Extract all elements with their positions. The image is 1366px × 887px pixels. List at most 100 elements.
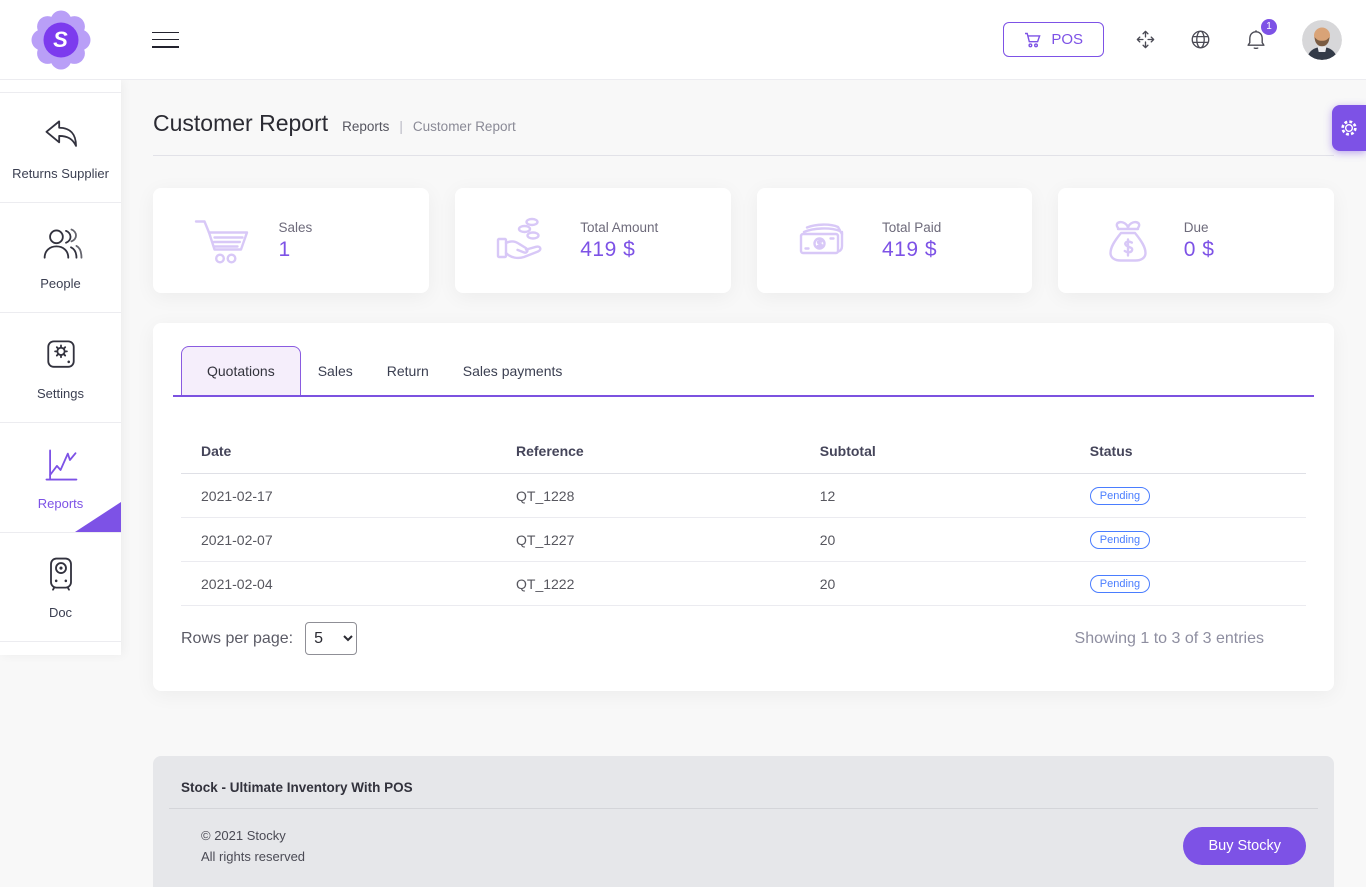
column-header-subtotal: Subtotal — [800, 433, 1070, 474]
pagination-bar: Rows per page: 5 Showing 1 to 3 of 3 ent… — [181, 622, 1306, 655]
app-logo[interactable]: S — [31, 10, 91, 70]
table-row: 2021-02-07QT_122720 Pending — [181, 518, 1306, 562]
cell-date: 2021-02-07 — [181, 518, 496, 562]
settings-fab-button[interactable] — [1332, 105, 1366, 151]
footer-title: Stock - Ultimate Inventory With POS — [153, 756, 1334, 795]
sidebar-item-label: Doc — [49, 605, 72, 620]
user-avatar[interactable] — [1302, 20, 1342, 60]
stat-value: 419 $ — [580, 238, 716, 262]
top-bar: S POS — [0, 0, 1366, 80]
cell-status: Pending — [1070, 518, 1306, 562]
sidebar-item-doc[interactable]: Doc — [0, 532, 121, 642]
stat-label: Total Amount — [580, 220, 716, 235]
cell-subtotal: 20 — [800, 562, 1070, 606]
table-body: 2021-02-17QT_122812Pending2021-02-07QT_1… — [181, 474, 1306, 606]
breadcrumb-section[interactable]: Reports — [342, 119, 389, 134]
hamburger-menu-icon[interactable] — [152, 32, 179, 48]
sidebar-item-label: Settings — [37, 386, 84, 401]
head-divider — [153, 155, 1334, 156]
line-chart-icon — [39, 445, 83, 485]
avatar-image — [1302, 20, 1342, 60]
cell-reference: QT_1228 — [496, 474, 800, 518]
column-header-status: Status — [1070, 433, 1306, 474]
gear-icon — [1339, 118, 1359, 138]
breadcrumb-current: Customer Report — [413, 119, 516, 134]
column-header-reference: Reference — [496, 433, 800, 474]
footer: Stock - Ultimate Inventory With POS © 20… — [153, 756, 1334, 887]
sidebar: Returns Supplier People Settings — [0, 80, 121, 655]
cell-reference: QT_1222 — [496, 562, 800, 606]
stat-value: 1 — [278, 238, 414, 262]
page-head: Customer Report Reports | Customer Repor… — [153, 80, 1334, 137]
cart-icon — [191, 215, 255, 267]
fullscreen-button[interactable] — [1132, 26, 1159, 53]
cell-subtotal: 20 — [800, 518, 1070, 562]
hand-coins-icon — [492, 215, 556, 267]
sidebar-item-label: People — [40, 276, 80, 291]
stat-cards: Sales 1 Total Amount — [153, 188, 1334, 293]
doc-box-icon — [39, 554, 83, 594]
stat-value: 419 $ — [882, 238, 1018, 262]
status-badge: Pending — [1090, 487, 1150, 505]
logo-box: S — [0, 10, 121, 70]
globe-icon — [1189, 28, 1212, 51]
sidebar-item-reports[interactable]: Reports — [0, 422, 121, 532]
stat-label: Sales — [278, 220, 414, 235]
tab-return[interactable]: Return — [370, 347, 446, 395]
sidebar-item-settings[interactable]: Settings — [0, 312, 121, 422]
notification-badge: 1 — [1261, 19, 1277, 35]
sidebar-item-people[interactable]: People — [0, 202, 121, 312]
cell-status: Pending — [1070, 474, 1306, 518]
buy-stocky-button[interactable]: Buy Stocky — [1183, 827, 1306, 865]
stat-card-due: Due 0 $ — [1058, 188, 1334, 293]
logo-letter: S — [31, 10, 91, 70]
sidebar-item-returns-supplier[interactable]: Returns Supplier — [0, 92, 121, 202]
tab-sales-payments[interactable]: Sales payments — [446, 347, 580, 395]
tab-bar: Quotations Sales Return Sales payments — [173, 346, 1314, 397]
cell-date: 2021-02-04 — [181, 562, 496, 606]
table-row: 2021-02-17QT_122812 Pending — [181, 474, 1306, 518]
pos-button[interactable]: POS — [1003, 22, 1104, 57]
notifications-button[interactable]: 1 — [1242, 26, 1270, 54]
expand-arrows-icon — [1134, 28, 1157, 51]
rows-per-page-label: Rows per page: — [181, 630, 293, 648]
quotations-table: Date Reference Subtotal Status 2021-02-1… — [181, 433, 1306, 606]
stat-card-total-paid: Total Paid 419 $ — [757, 188, 1033, 293]
table-row: 2021-02-04QT_122220 Pending — [181, 562, 1306, 606]
report-panel: Quotations Sales Return Sales payments D… — [153, 323, 1334, 691]
stat-card-sales: Sales 1 — [153, 188, 429, 293]
status-badge: Pending — [1090, 531, 1150, 549]
stat-label: Total Paid — [882, 220, 1018, 235]
tab-quotations[interactable]: Quotations — [181, 346, 301, 395]
main-content: Customer Report Reports | Customer Repor… — [121, 80, 1366, 887]
topbar-actions: POS 1 — [1003, 20, 1366, 60]
pos-button-label: POS — [1051, 31, 1083, 48]
page-title: Customer Report — [153, 110, 328, 137]
table-header-row: Date Reference Subtotal Status — [181, 433, 1306, 474]
language-button[interactable] — [1187, 26, 1214, 53]
cart-icon — [1024, 32, 1042, 48]
stat-card-total-amount: Total Amount 419 $ — [455, 188, 731, 293]
rights-text: All rights reserved — [201, 846, 305, 867]
money-bag-icon — [1096, 215, 1160, 267]
rows-per-page-select[interactable]: 5 — [305, 622, 357, 655]
copyright-block: © 2021 Stocky All rights reserved — [201, 825, 305, 868]
cell-subtotal: 12 — [800, 474, 1070, 518]
banknotes-icon — [794, 215, 858, 267]
settings-drive-icon — [39, 335, 83, 375]
copyright-text: © 2021 Stocky — [201, 825, 305, 846]
return-arrow-icon — [39, 115, 83, 155]
stat-value: 0 $ — [1184, 238, 1320, 262]
people-icon — [38, 225, 84, 265]
sidebar-item-label: Returns Supplier — [12, 166, 109, 181]
status-badge: Pending — [1090, 575, 1150, 593]
column-header-date: Date — [181, 433, 496, 474]
active-corner-triangle — [75, 502, 121, 532]
tab-sales[interactable]: Sales — [301, 347, 370, 395]
breadcrumb: Reports | Customer Report — [342, 119, 516, 134]
cell-date: 2021-02-17 — [181, 474, 496, 518]
showing-entries-text: Showing 1 to 3 of 3 entries — [1075, 630, 1264, 648]
cell-status: Pending — [1070, 562, 1306, 606]
breadcrumb-divider: | — [399, 119, 403, 134]
cell-reference: QT_1227 — [496, 518, 800, 562]
